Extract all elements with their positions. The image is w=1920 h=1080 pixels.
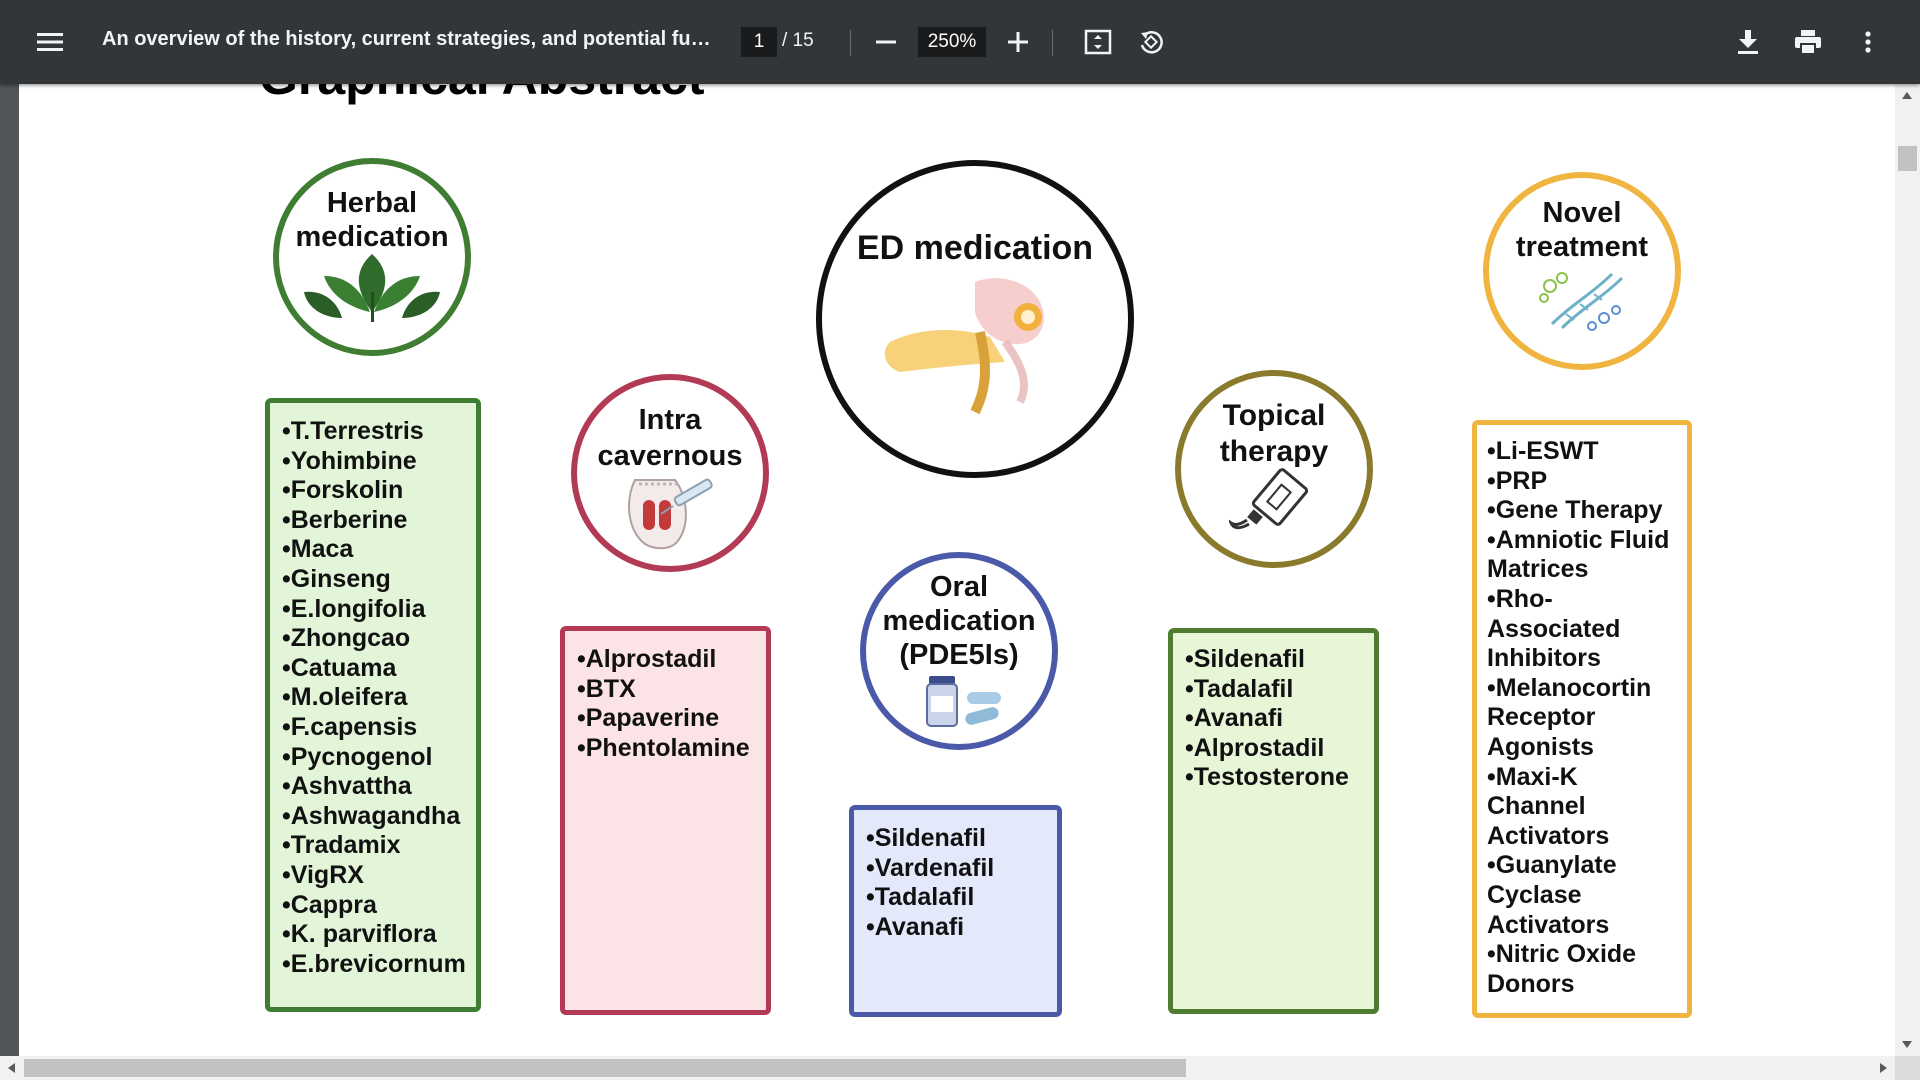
list-item: •Ginseng [282,564,391,593]
page-number-input[interactable]: 1 [741,27,777,57]
oral-medication-title: Oral medication (PDE5Is) [882,571,1036,671]
topical-therapy-circle: Topical therapy [1175,370,1373,568]
list-item: •Papaverine [577,704,720,733]
list-item: •K. parviflora [282,920,437,949]
ointment-tube-icon [1229,468,1309,530]
list-item: •Tadalafil [866,883,975,912]
pdf-toolbar: An overview of the history, current stra… [0,0,1920,84]
toolbar-divider [1052,30,1053,56]
list-item: •E.longifolia [282,594,426,623]
list-item: •PRP [1487,466,1548,495]
horizontal-scrollbar[interactable] [0,1056,1895,1080]
list-item: •Avanafi [866,912,965,941]
dna-molecule-icon [1539,272,1624,331]
list-item: •Avanafi [1185,704,1284,733]
scrollbar-corner [1895,1056,1920,1080]
list-item: •Sildenafil [1185,645,1305,673]
list-item: •Amniotic Fluid Matrices [1487,525,1670,584]
ed-medication-title: ED medication [856,229,1094,267]
intra-cavernous-list: •Alprostadil •BTX •Papaverine •Phentolam… [560,626,771,1015]
novel-treatment-title: Novel treatment [1515,197,1649,263]
list-item: •Forskolin [282,476,404,505]
list-item: •Ashvattha [282,772,412,801]
rotate-button[interactable] [1130,22,1172,62]
list-item: •Vardenafil [866,853,995,882]
menu-button[interactable] [30,22,70,62]
list-item: •T.Terrestris [282,417,424,445]
list-item: •Pycnogenol [282,742,433,771]
print-icon [1795,30,1821,54]
more-options-button[interactable] [1848,22,1888,62]
list-item: •Catuama [282,653,397,682]
list-item: •E.brevicornum [282,949,466,978]
more-options-icon [1865,31,1871,53]
pill-bottle-icon [926,676,1001,727]
document-title: An overview of the history, current stra… [102,28,712,50]
injection-icon [628,478,713,550]
page-heading: Graphical Abstract [259,84,705,106]
download-button[interactable] [1728,22,1768,62]
intra-cavernous-title: Intra cavernous [597,404,743,472]
zoom-in-button[interactable] [999,22,1037,62]
list-item: •Alprostadil [577,645,717,673]
vertical-scrollbar[interactable] [1895,84,1920,1056]
list-item: •Tadalafil [1185,674,1294,703]
scroll-left-arrow-icon[interactable] [8,1063,15,1073]
print-button[interactable] [1788,22,1828,62]
scroll-up-arrow-icon[interactable] [1902,92,1912,99]
herbal-list: •T.Terrestris •Yohimbine •Forskolin •Ber… [265,398,481,1012]
list-item: •Li-ESWT [1487,437,1599,465]
topical-therapy-title: Topical therapy [1219,399,1329,468]
zoom-in-icon [1008,32,1028,52]
zoom-out-button[interactable] [868,22,904,62]
scroll-right-arrow-icon[interactable] [1880,1063,1887,1073]
leaf-icon [304,254,440,322]
list-item: •VigRX [282,860,364,889]
pdf-page: Graphical Abstract Herbal medication •T.… [19,84,1895,1056]
vertical-scroll-thumb[interactable] [1898,146,1917,171]
topical-therapy-list: •Sildenafil •Tadalafil •Avanafi •Alprost… [1168,628,1379,1014]
download-icon [1738,30,1758,54]
list-item: •Maxi-K Channel Activators [1487,762,1610,850]
novel-treatment-circle: Novel treatment [1483,172,1681,370]
list-item: •Cappra [282,890,377,919]
hamburger-menu-icon [37,33,63,51]
list-item: •Ashwagandha [282,801,461,830]
fit-page-icon [1084,29,1112,55]
list-item: •Berberine [282,505,408,534]
herbal-title: Herbal medication [295,187,449,253]
list-item: •BTX [577,674,636,703]
fit-page-button[interactable] [1078,22,1118,62]
anatomy-illustration-icon [884,278,1044,415]
list-item: •Guanylate Cyclase Activators [1487,851,1617,939]
list-item: •Phentolamine [577,733,750,762]
list-item: •Testosterone [1185,763,1349,792]
list-item: •Melanocortin Receptor Agonists [1487,673,1652,761]
scroll-down-arrow-icon[interactable] [1902,1041,1912,1048]
list-item: •Yohimbine [282,446,417,475]
oral-medication-list: •Sildenafil •Vardenafil •Tadalafil •Avan… [849,805,1062,1017]
list-item: •F.capensis [282,712,418,741]
zoom-level-input[interactable]: 250% [918,27,986,57]
list-item: •Zhongcao [282,624,411,653]
page-total: / 15 [782,30,814,51]
list-item: •Maca [282,535,354,564]
toolbar-divider [850,30,851,56]
list-item: •Tradamix [282,831,401,860]
zoom-out-icon [876,40,896,44]
pdf-viewer: Graphical Abstract Herbal medication •T.… [0,84,1920,1080]
intra-cavernous-circle: Intra cavernous [571,374,769,572]
list-item: •Rho-Associated Inhibitors [1487,584,1621,673]
list-item: •Nitric Oxide Donors [1487,940,1637,998]
horizontal-scroll-thumb[interactable] [24,1059,1186,1077]
list-item: •Alprostadil [1185,733,1325,762]
list-item: •Gene Therapy [1487,496,1663,525]
herbal-circle: Herbal medication [273,158,471,356]
ed-medication-circle: ED medication [816,160,1134,478]
novel-treatment-list: •Li-ESWT •PRP •Gene Therapy •Amniotic Fl… [1472,420,1692,1018]
list-item: •Sildenafil [866,824,986,852]
oral-medication-circle: Oral medication (PDE5Is) [860,552,1058,750]
rotate-icon [1140,31,1163,54]
list-item: •M.oleifera [282,683,408,712]
